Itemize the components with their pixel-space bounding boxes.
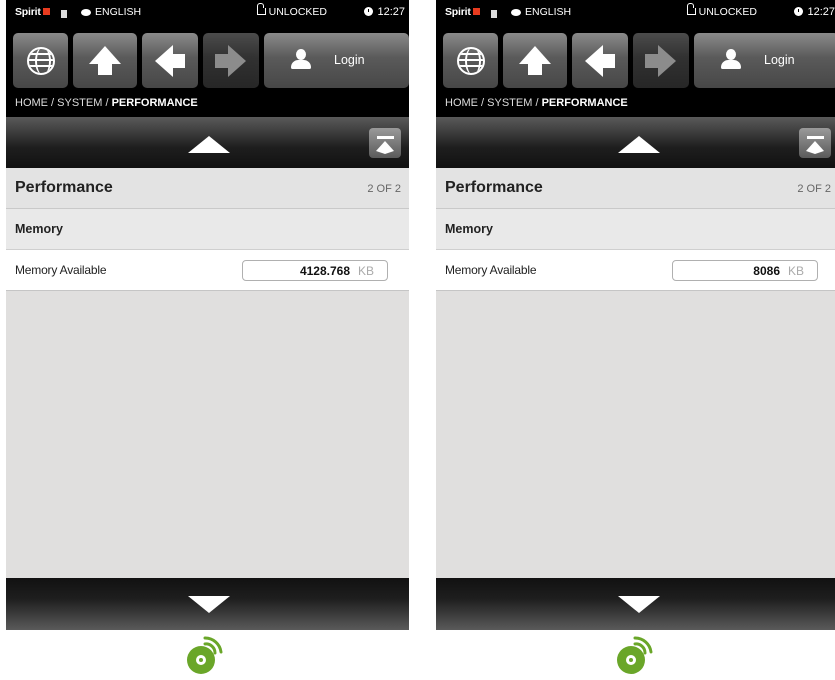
- back-button[interactable]: [572, 33, 628, 88]
- page-count: 2 OF 2: [367, 183, 401, 195]
- nav-toolbar: Login HOME / SYSTEM / PERFORMANCE: [436, 27, 835, 117]
- clock-icon: [794, 7, 804, 16]
- scroll-to-top-icon: [806, 140, 824, 154]
- up-button[interactable]: [503, 33, 567, 88]
- scroll-up-icon[interactable]: [188, 136, 230, 153]
- clock: 12:27: [794, 6, 835, 18]
- login-label: Login: [764, 53, 795, 67]
- login-button[interactable]: Login: [694, 33, 835, 88]
- globe-icon: [456, 46, 485, 75]
- speech-bubble-icon: [511, 9, 521, 16]
- page-count: 2 OF 2: [797, 183, 831, 195]
- memory-available-value: 8086: [753, 264, 780, 278]
- clock-time: 12:27: [377, 6, 405, 18]
- speech-bubble-icon: [81, 9, 91, 16]
- device-screen-panel: Spirit ENGLISH UNLOCKED 12:27 Login HOME…: [6, 0, 409, 680]
- up-arrow-icon: [89, 45, 121, 75]
- memory-available-field: 4128.768 KB: [242, 260, 388, 281]
- brand-logo: Spirit: [15, 6, 50, 18]
- device-screen-panel: Spirit ENGLISH UNLOCKED 12:27 Login HOME…: [436, 0, 835, 680]
- lock-status-label: UNLOCKED: [268, 6, 327, 18]
- screen: Spirit ENGLISH UNLOCKED 12:27 Login HOME…: [436, 0, 835, 630]
- up-arrow-icon: [519, 45, 551, 75]
- scroll-down-icon[interactable]: [188, 596, 230, 613]
- scroll-to-top-button[interactable]: [799, 128, 831, 158]
- section-title: Memory: [445, 222, 493, 236]
- globe-button[interactable]: [443, 33, 498, 88]
- lock-status: UNLOCKED: [686, 3, 757, 18]
- scroll-to-top-button[interactable]: [369, 128, 401, 158]
- language-indicator[interactable]: ENGLISH: [81, 6, 141, 18]
- section-header: Memory: [6, 209, 409, 250]
- globe-button[interactable]: [13, 33, 68, 88]
- scroll-down-bar[interactable]: [6, 578, 409, 630]
- page-header: Performance 2 OF 2: [436, 168, 835, 209]
- brand-mark-icon: [472, 8, 480, 15]
- forward-button[interactable]: [633, 33, 689, 88]
- forward-arrow-icon: [215, 44, 246, 77]
- breadcrumb-path: HOME / SYSTEM /: [15, 97, 112, 109]
- scroll-to-top-icon: [376, 140, 394, 154]
- breadcrumb-current: PERFORMANCE: [541, 97, 628, 109]
- back-arrow-icon: [585, 44, 615, 77]
- scroll-up-icon[interactable]: [618, 136, 660, 153]
- brand-name: Spirit: [445, 6, 471, 18]
- memory-unit: KB: [787, 264, 804, 278]
- page-title: Performance: [15, 179, 113, 196]
- home-logo-icon[interactable]: [181, 636, 225, 676]
- memory-available-label: Memory Available: [15, 263, 107, 277]
- list-row: Memory Available 4128.768 KB: [6, 250, 409, 291]
- forward-button[interactable]: [203, 33, 259, 88]
- lock-status-label: UNLOCKED: [698, 6, 757, 18]
- nav-toolbar: Login HOME / SYSTEM / PERFORMANCE: [6, 27, 409, 117]
- breadcrumb-current: PERFORMANCE: [111, 97, 198, 109]
- screen: Spirit ENGLISH UNLOCKED 12:27 Login HOME…: [6, 0, 409, 630]
- home-logo-icon[interactable]: [611, 636, 655, 676]
- globe-icon: [26, 46, 55, 75]
- section-header: Memory: [436, 209, 835, 250]
- login-label: Login: [334, 53, 365, 67]
- language-label: ENGLISH: [525, 6, 572, 18]
- language-label: ENGLISH: [95, 6, 142, 18]
- scroll-down-bar[interactable]: [436, 578, 835, 630]
- login-button[interactable]: Login: [264, 33, 409, 88]
- scroll-up-bar[interactable]: [436, 117, 835, 168]
- section-title: Memory: [15, 222, 63, 236]
- unlock-icon: [256, 3, 266, 15]
- breadcrumb: HOME / SYSTEM / PERFORMANCE: [445, 97, 628, 109]
- clock-time: 12:27: [807, 6, 835, 18]
- list-row: Memory Available 8086 KB: [436, 250, 835, 291]
- page-title: Performance: [445, 179, 543, 196]
- user-icon: [720, 49, 742, 71]
- clock: 12:27: [364, 6, 405, 18]
- memory-unit: KB: [357, 264, 374, 278]
- back-arrow-icon: [155, 44, 185, 77]
- user-icon: [290, 49, 312, 71]
- scroll-down-icon[interactable]: [618, 596, 660, 613]
- language-indicator[interactable]: ENGLISH: [511, 6, 571, 18]
- memory-available-label: Memory Available: [445, 263, 537, 277]
- clock-icon: [364, 7, 374, 16]
- unlock-icon: [686, 3, 696, 15]
- forward-arrow-icon: [645, 44, 676, 77]
- back-button[interactable]: [142, 33, 198, 88]
- scroll-up-bar[interactable]: [6, 117, 409, 168]
- status-bar: Spirit ENGLISH UNLOCKED 12:27: [6, 0, 409, 27]
- lock-status: UNLOCKED: [256, 3, 327, 18]
- page-header: Performance 2 OF 2: [6, 168, 409, 209]
- brand-logo: Spirit: [445, 6, 480, 18]
- memory-card-icon: [491, 10, 497, 18]
- brand-name: Spirit: [15, 6, 41, 18]
- memory-available-value: 4128.768: [299, 264, 350, 278]
- memory-card-icon: [61, 10, 67, 18]
- up-button[interactable]: [73, 33, 137, 88]
- memory-available-field: 8086 KB: [672, 260, 818, 281]
- breadcrumb: HOME / SYSTEM / PERFORMANCE: [15, 97, 198, 109]
- status-bar: Spirit ENGLISH UNLOCKED 12:27: [436, 0, 835, 27]
- breadcrumb-path: HOME / SYSTEM /: [445, 97, 542, 109]
- brand-mark-icon: [42, 8, 50, 15]
